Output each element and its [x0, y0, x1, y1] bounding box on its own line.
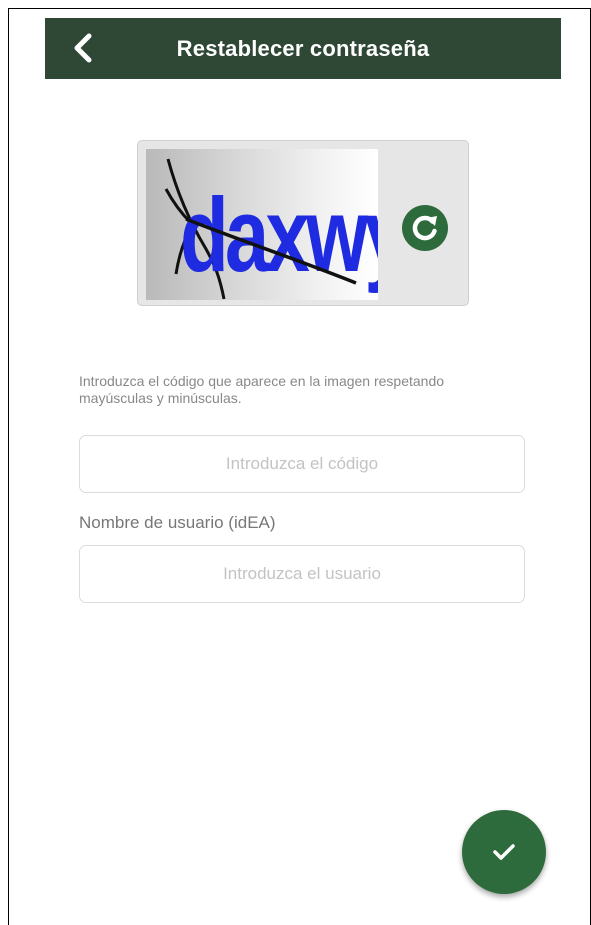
- captcha-drawing: daxwy: [164, 158, 413, 300]
- captcha-code-input[interactable]: [79, 435, 525, 493]
- refresh-captcha-button[interactable]: [402, 205, 448, 251]
- checkmark-icon: [493, 844, 515, 860]
- username-label: Nombre de usuario (idEA): [79, 513, 276, 532]
- frame-top-border: [8, 8, 591, 9]
- frame-left-border: [8, 8, 9, 925]
- username-input[interactable]: [79, 545, 525, 603]
- captcha-hint: Introduzca el código que aparece en la i…: [79, 373, 445, 406]
- refresh-icon: [402, 205, 448, 251]
- app-header: Restablecer contraseña: [45, 18, 561, 79]
- page-title: Restablecer contraseña: [176, 35, 430, 61]
- captcha-image: daxwy: [146, 149, 413, 300]
- submit-button[interactable]: [462, 810, 546, 894]
- captcha-panel: daxwy: [137, 140, 469, 306]
- captcha-text: daxwy: [180, 176, 378, 293]
- chevron-left-icon: [74, 33, 92, 63]
- back-button[interactable]: [65, 30, 101, 66]
